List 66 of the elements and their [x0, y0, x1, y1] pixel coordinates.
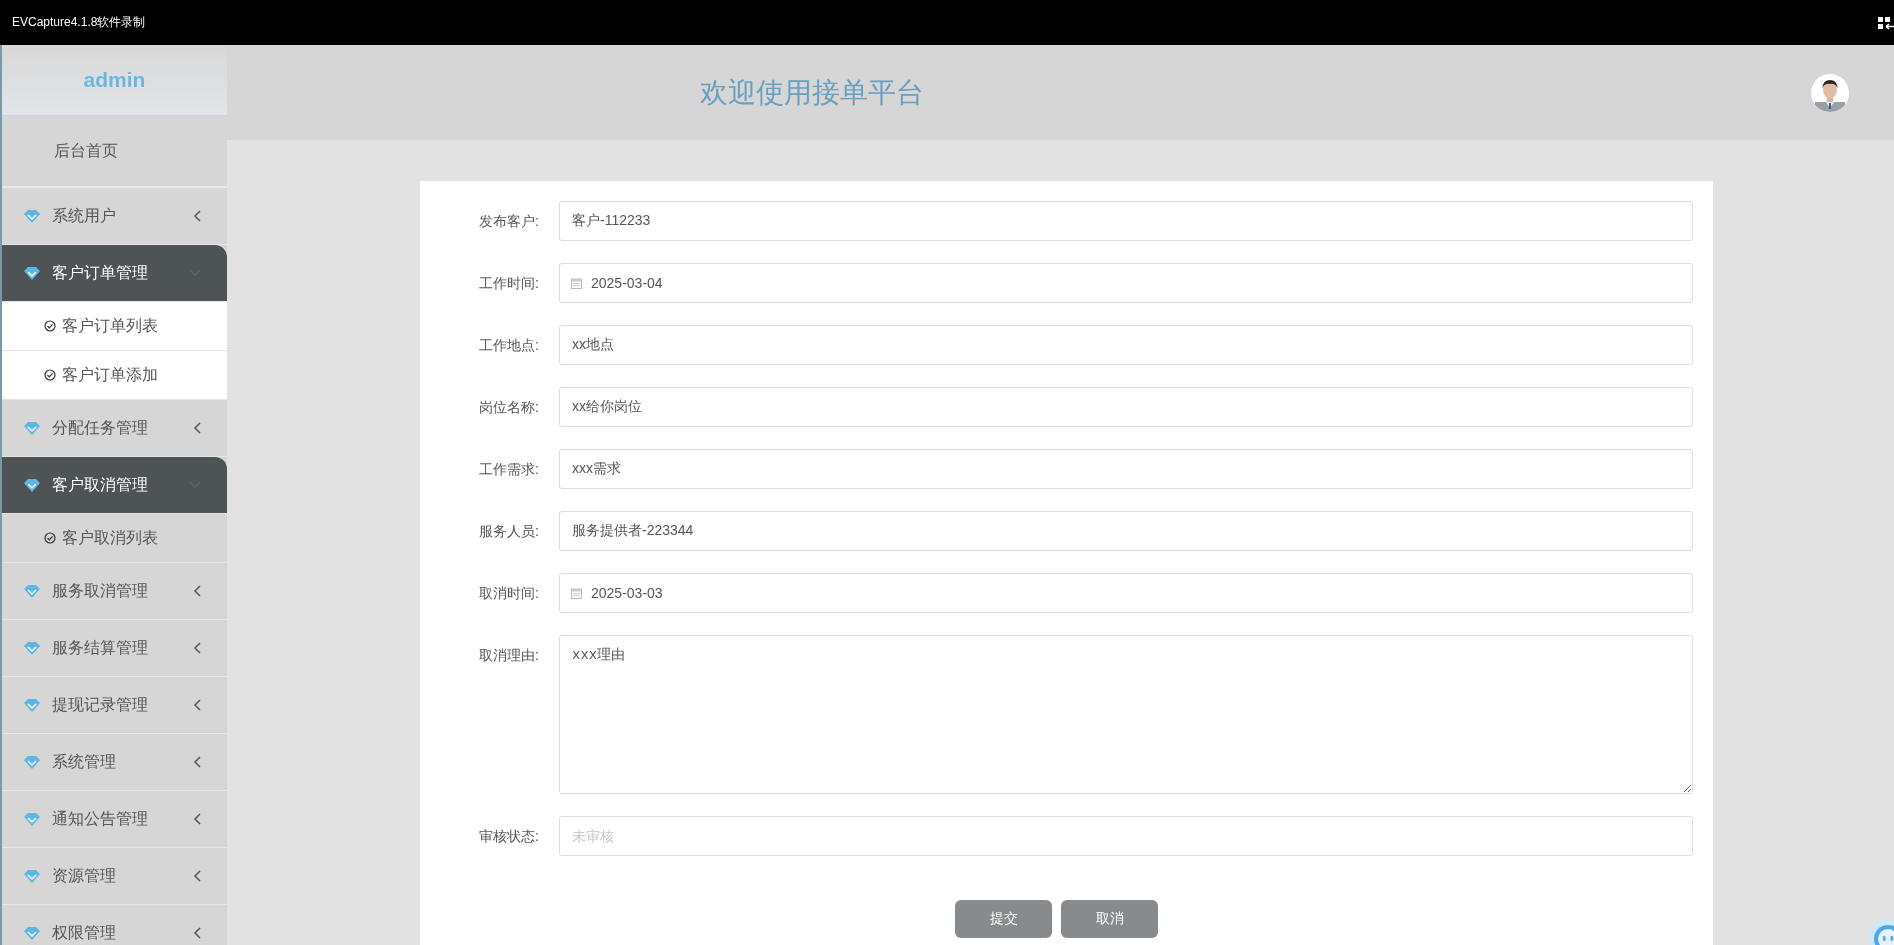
check-circle-icon [44, 369, 56, 381]
date-field[interactable]: 2025-03-04 [559, 263, 1693, 303]
sidebar-item[interactable]: 客户订单管理 [2, 245, 227, 302]
diamond-icon [24, 926, 40, 940]
form-button[interactable]: 提交 [955, 900, 1052, 938]
field-label: 取消时间: [478, 584, 540, 603]
field-label: 审核状态: [478, 827, 540, 846]
submenu-label: 客户取消列表 [62, 527, 158, 548]
diamond-icon [24, 812, 40, 826]
date-field[interactable]: 2025-03-03 [559, 573, 1693, 613]
sidebar-label: 通知公告管理 [52, 808, 149, 829]
field-label: 服务人员: [478, 522, 540, 541]
sidebar-label: 提现记录管理 [52, 694, 149, 715]
diamond-icon [24, 698, 40, 712]
chevron-left-icon [193, 422, 201, 434]
chevron-left-icon [193, 756, 201, 768]
diamond-icon [24, 869, 40, 883]
chevron-left-icon [193, 927, 201, 939]
diamond-icon [24, 641, 40, 655]
diamond-icon [24, 421, 40, 435]
sidebar-label: 系统管理 [52, 751, 117, 772]
sidebar-label: 资源管理 [52, 865, 117, 886]
chevron-left-icon [193, 870, 201, 882]
calendar-icon [571, 278, 582, 289]
diamond-icon [24, 266, 40, 280]
textarea-field[interactable]: xxx理由 [559, 635, 1693, 794]
form-button[interactable]: 取消 [1061, 900, 1158, 938]
field-label: 工作需求: [478, 460, 540, 479]
diamond-icon [24, 209, 40, 223]
chevron-left-icon [193, 813, 201, 825]
check-circle-icon [44, 320, 56, 332]
sidebar-item[interactable]: 客户取消管理 [2, 457, 227, 514]
sidebar-label: 服务取消管理 [52, 580, 149, 601]
chevron-left-icon [193, 642, 201, 654]
submenu-label: 客户订单列表 [62, 315, 158, 336]
submenu-item[interactable]: 客户订单列表 [2, 302, 227, 351]
user-name: admin [83, 68, 146, 92]
chevron-left-icon [193, 585, 201, 597]
diamond-icon [24, 755, 40, 769]
field-label: 工作时间: [478, 274, 540, 293]
field-label: 发布客户: [478, 212, 540, 231]
input-field[interactable]: 客户-112233 [559, 201, 1693, 241]
diamond-icon [24, 478, 40, 492]
chevron-left-icon [193, 210, 201, 222]
sidebar-label: 服务结算管理 [52, 637, 149, 658]
sidebar-label: 系统用户 [52, 205, 117, 226]
input-field[interactable]: xx地点 [559, 325, 1693, 365]
input-field[interactable]: 服务提供者-223344 [559, 511, 1693, 551]
input-field[interactable]: xxx需求 [559, 449, 1693, 489]
field-label: 工作地点: [478, 336, 540, 355]
sidebar-label: 客户取消管理 [52, 474, 149, 495]
sidebar-label: 分配任务管理 [52, 417, 149, 438]
check-circle-icon [44, 532, 56, 544]
sidebar-label: 客户订单管理 [52, 262, 149, 283]
grid-icon[interactable] [1878, 14, 1894, 31]
chevron-left-icon [193, 699, 201, 711]
capture-title: EVCapture4.1.8软件录制 [12, 14, 146, 31]
submenu-item[interactable]: 客户订单添加 [2, 351, 227, 400]
calendar-icon [571, 588, 582, 599]
diamond-icon [24, 584, 40, 598]
field-label: 岗位名称: [478, 398, 540, 417]
sidebar-label: 权限管理 [52, 922, 117, 943]
input-field[interactable]: xx给你岗位 [559, 387, 1693, 427]
page-title: 欢迎使用接单平台 [700, 75, 924, 110]
field-label: 取消理由: [478, 646, 540, 665]
submenu-label: 客户订单添加 [62, 364, 158, 385]
